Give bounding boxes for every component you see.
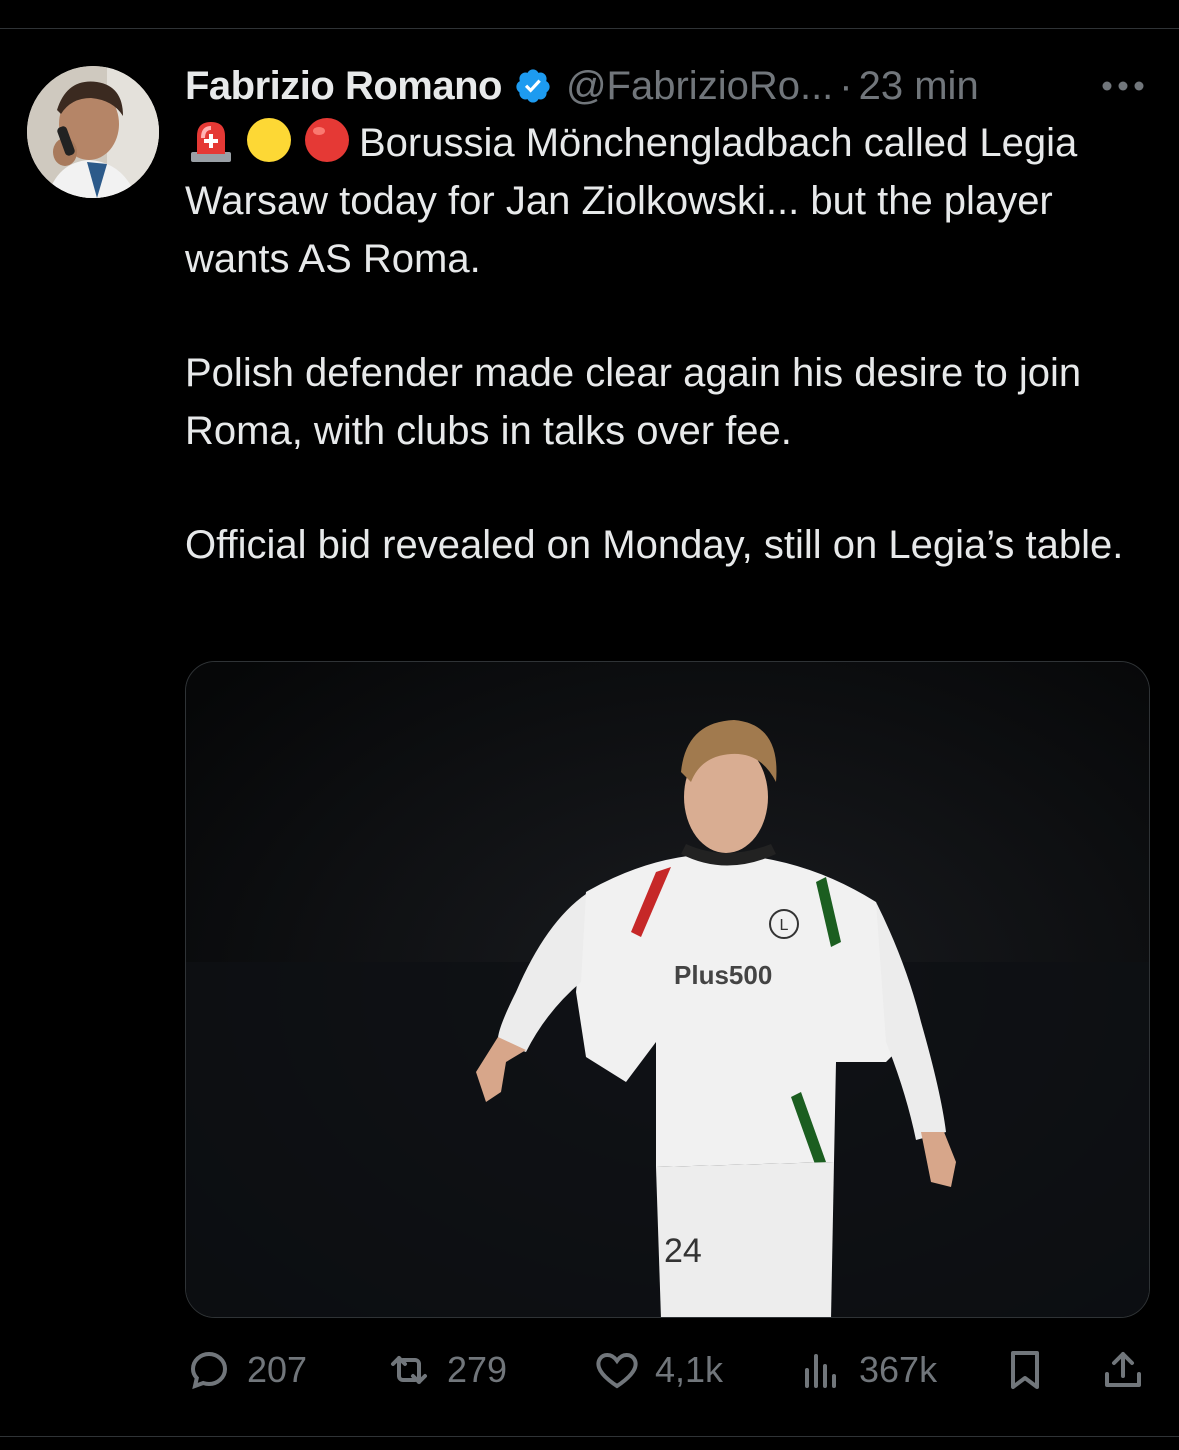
author-handle[interactable]: @FabrizioRo... bbox=[566, 64, 833, 109]
reply-count: 207 bbox=[247, 1349, 308, 1390]
top-divider bbox=[0, 28, 1179, 29]
share-icon bbox=[1105, 1352, 1141, 1387]
views-count: 367k bbox=[859, 1349, 938, 1390]
repost-count: 279 bbox=[447, 1349, 508, 1390]
rotating-light-emoji bbox=[191, 122, 231, 162]
tweet-timestamp[interactable]: 23 min bbox=[859, 64, 979, 109]
tweet-paragraph-1: Borussia Mönchengladbach called Legia Wa… bbox=[185, 114, 1160, 288]
tweet-text: Borussia Mönchengladbach called Legia Wa… bbox=[185, 114, 1160, 574]
repost-icon bbox=[391, 1356, 427, 1384]
author-name[interactable]: Fabrizio Romano bbox=[185, 64, 502, 109]
avatar[interactable] bbox=[27, 66, 159, 198]
views-chart-icon bbox=[805, 1354, 836, 1388]
shorts-number-text: 24 bbox=[664, 1232, 702, 1270]
header-separator: · bbox=[839, 63, 853, 108]
tweet-paragraph-3: Official bid revealed on Monday, still o… bbox=[185, 523, 1124, 567]
views-button[interactable]: 367k bbox=[797, 1340, 937, 1400]
heart-icon bbox=[596, 1352, 638, 1389]
like-button[interactable]: 4,1k bbox=[593, 1340, 723, 1400]
bottom-divider bbox=[0, 1436, 1179, 1437]
verified-badge-icon[interactable] bbox=[514, 67, 552, 105]
svg-text:L: L bbox=[780, 917, 789, 934]
more-options-icon[interactable] bbox=[1098, 76, 1148, 96]
share-button[interactable] bbox=[1099, 1340, 1147, 1400]
yellow-circle-emoji bbox=[247, 118, 291, 162]
tweet-header: Fabrizio Romano @FabrizioRo... · 23 min bbox=[185, 60, 979, 112]
red-circle-emoji bbox=[305, 118, 349, 162]
reply-icon bbox=[190, 1351, 228, 1390]
tweet-actions: 207 279 4,1k 367k bbox=[185, 1340, 1150, 1400]
bookmark-button[interactable] bbox=[1001, 1340, 1049, 1400]
jersey-sponsor-text: Plus500 bbox=[674, 960, 772, 990]
bookmark-icon bbox=[1011, 1351, 1039, 1389]
tweet-media-photo[interactable]: L Plus500 24 bbox=[185, 661, 1150, 1318]
reply-button[interactable]: 207 bbox=[185, 1340, 307, 1400]
repost-button[interactable]: 279 bbox=[385, 1340, 507, 1400]
like-count: 4,1k bbox=[655, 1349, 724, 1390]
tweet-paragraph-2: Polish defender made clear again his des… bbox=[185, 351, 1082, 453]
